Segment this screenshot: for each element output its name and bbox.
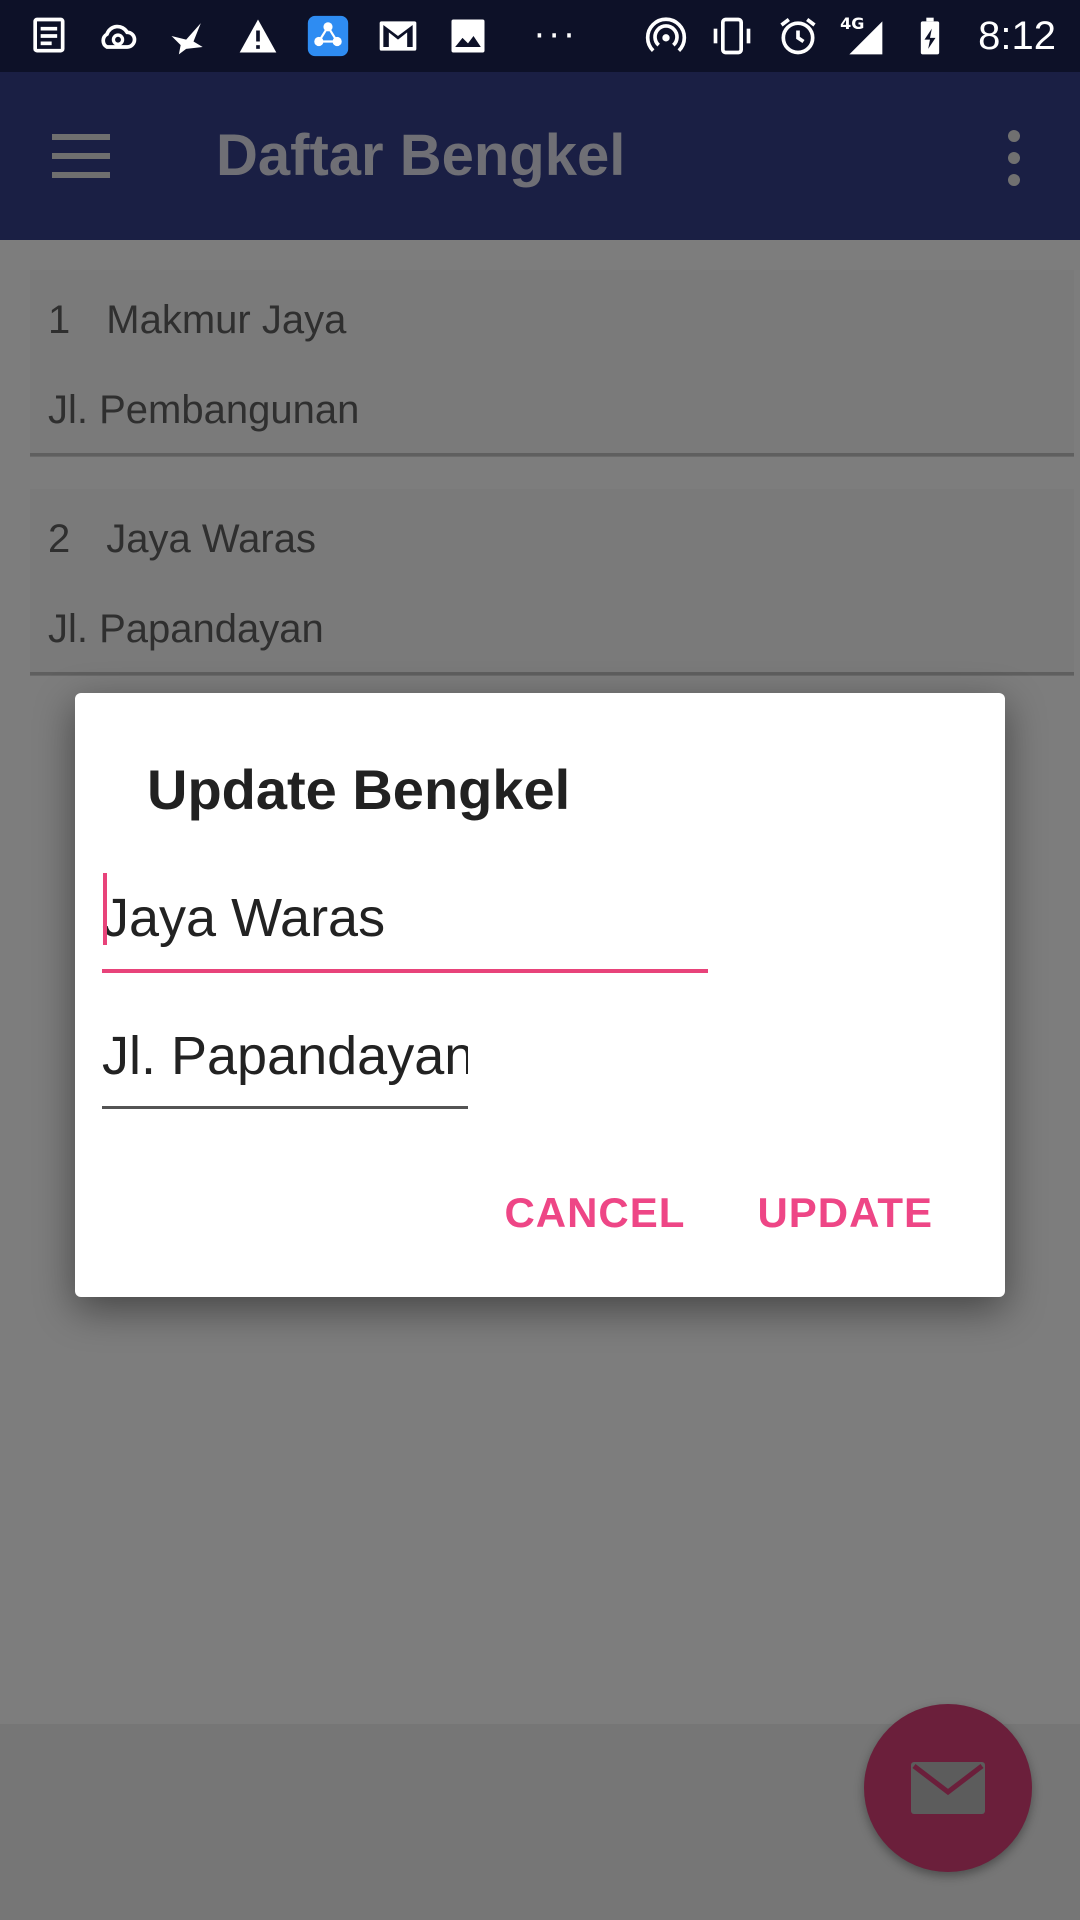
notification-icons: ··· <box>24 14 578 58</box>
network-type-label: 4G <box>840 14 865 33</box>
more-notifications-icon: ··· <box>534 16 579 56</box>
alarm-icon <box>774 14 822 58</box>
list-item[interactable]: 1 Makmur Jaya Jl. Pembangunan <box>30 270 1074 456</box>
list-item-address: Jl. Pembangunan <box>48 388 360 432</box>
list-item-number: 2 <box>48 517 71 561</box>
update-dialog: Update Bengkel CANCEL UPDATE <box>75 693 1005 1297</box>
news-icon <box>24 14 72 58</box>
email-icon <box>911 1762 985 1814</box>
system-icons: 4G 8:12 <box>642 14 1056 59</box>
share-icon <box>304 14 352 58</box>
hamburger-menu-icon[interactable] <box>52 134 112 178</box>
more-options-icon[interactable] <box>1004 130 1024 186</box>
status-bar: ··· 4G 8:12 <box>0 0 1080 72</box>
gallery-icon <box>444 14 492 58</box>
bird-icon <box>164 14 212 58</box>
page-title: Daftar Bengkel <box>216 123 626 188</box>
app-bar: Daftar Bengkel <box>0 72 1080 240</box>
cloud-link-icon <box>94 14 142 58</box>
hotspot-icon <box>642 14 690 58</box>
dialog-actions: CANCEL UPDATE <box>504 1189 933 1237</box>
list-item-name: Jaya Waras <box>106 517 316 561</box>
name-input[interactable] <box>102 873 708 973</box>
list-item-header: 2 Jaya Waras <box>48 517 316 562</box>
list-item-number: 1 <box>48 298 71 342</box>
address-input[interactable] <box>102 1011 468 1109</box>
text-cursor <box>103 873 107 945</box>
dialog-title: Update Bengkel <box>147 758 571 821</box>
gmail-icon <box>374 14 422 58</box>
screen: ··· 4G 8:12 Daftar Bengkel 1 Makmur Jaya… <box>0 0 1080 1920</box>
list-item-name: Makmur Jaya <box>106 298 347 342</box>
list-item-header: 1 Makmur Jaya <box>48 298 346 343</box>
update-button[interactable]: UPDATE <box>757 1189 933 1237</box>
list-item-address: Jl. Papandayan <box>48 607 324 651</box>
clock: 8:12 <box>978 13 1056 58</box>
list-item[interactable]: 2 Jaya Waras Jl. Papandayan <box>30 489 1074 675</box>
compose-email-button[interactable] <box>864 1704 1032 1872</box>
battery-charging-icon <box>906 14 954 58</box>
vibrate-icon <box>708 14 756 58</box>
warning-icon <box>234 14 282 58</box>
signal-icon: 4G <box>840 14 888 58</box>
cancel-button[interactable]: CANCEL <box>504 1189 685 1237</box>
